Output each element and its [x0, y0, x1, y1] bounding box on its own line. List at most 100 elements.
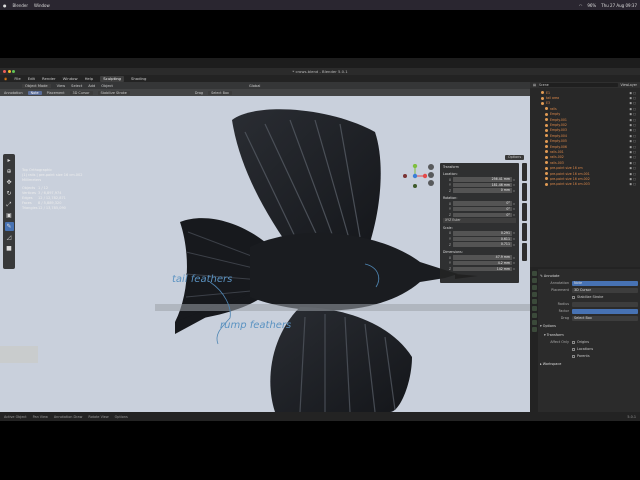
menu-view[interactable]: View — [57, 84, 66, 88]
location-y-field[interactable]: 181.46 mm — [453, 182, 512, 188]
factor-slider[interactable] — [572, 308, 638, 314]
modifier-tab-icon[interactable] — [531, 320, 537, 325]
location-z-field[interactable]: 0 mm — [453, 188, 512, 193]
drag-select[interactable]: Select Box — [208, 90, 232, 95]
tool-tab-icon[interactable] — [531, 271, 537, 276]
move-tool-icon[interactable]: ✥ — [5, 178, 14, 187]
object-tab-icon[interactable] — [531, 313, 537, 318]
annotation-rump-feathers[interactable]: rump feathers — [220, 320, 291, 331]
rotate-tool-icon[interactable]: ↻ — [5, 189, 14, 198]
tab-tool[interactable] — [522, 183, 527, 201]
radius-field[interactable] — [572, 301, 638, 307]
output-tab-icon[interactable] — [531, 285, 537, 290]
menu-add[interactable]: Add — [88, 84, 95, 88]
visibility-icon[interactable]: ◉▢ — [629, 172, 637, 176]
lock-icon[interactable]: ⊙ — [512, 237, 516, 241]
options-panel-header[interactable]: ▾ Options — [540, 323, 638, 330]
rotation-z-field[interactable]: 0° — [453, 212, 512, 218]
visibility-icon[interactable]: ◉▢ — [629, 128, 637, 132]
locations-checkbox[interactable]: Locations — [572, 347, 593, 351]
lock-icon[interactable]: ⊙ — [512, 261, 516, 265]
lock-icon[interactable]: ⊙ — [512, 183, 516, 187]
lock-icon[interactable]: ⊙ — [512, 178, 516, 182]
options-dropdown[interactable]: Options — [505, 155, 525, 160]
y-axis-icon[interactable] — [412, 164, 418, 169]
tab-shading[interactable]: Shading — [128, 76, 149, 82]
tab-extra-2[interactable] — [522, 243, 527, 261]
visibility-icon[interactable]: ◉▢ — [629, 96, 637, 100]
rotation-x-field[interactable]: 0° — [453, 201, 512, 206]
tab-extra[interactable] — [522, 223, 527, 241]
apple-icon[interactable]: ● — [3, 3, 7, 8]
workspace-panel-header[interactable]: ▸ Workspace — [540, 361, 638, 368]
transform-tool-icon[interactable]: ▣ — [5, 211, 14, 220]
scene-tab-icon[interactable] — [531, 299, 537, 304]
zoom-window-icon[interactable] — [12, 70, 15, 73]
neg-y-axis-icon[interactable] — [413, 184, 417, 188]
parents-checkbox[interactable]: Parents — [572, 354, 590, 358]
visibility-icon[interactable]: ◉▢ — [629, 155, 637, 159]
lock-icon[interactable]: ⊙ — [512, 243, 516, 247]
orientation-select[interactable]: Global — [249, 84, 260, 88]
stabilize-stroke-toggle[interactable]: Stabilize Stroke — [97, 90, 130, 95]
menu-render[interactable]: Render — [42, 76, 56, 81]
menu-object[interactable]: Object — [101, 84, 113, 88]
visibility-icon[interactable]: ◉▢ — [629, 118, 637, 122]
mac-app-name[interactable]: Blender — [13, 3, 29, 8]
visibility-icon[interactable]: ◉▢ — [629, 91, 637, 95]
visibility-icon[interactable]: ◉▢ — [629, 107, 637, 111]
visibility-icon[interactable]: ◉▢ — [629, 139, 637, 143]
visibility-icon[interactable]: ◉▢ — [629, 161, 637, 165]
pan-icon[interactable] — [428, 172, 434, 178]
lock-icon[interactable]: ⊙ — [512, 202, 516, 206]
origins-checkbox[interactable]: Origins — [572, 340, 589, 344]
menu-window[interactable]: Window — [63, 76, 78, 81]
render-tab-icon[interactable] — [531, 278, 537, 283]
mode-select[interactable]: Object Mode — [22, 83, 51, 88]
dimension-x-field[interactable]: 47.9 mm — [453, 255, 512, 260]
dimension-z-field[interactable]: 142 mm — [453, 266, 512, 272]
annotation-layer-field[interactable]: Note — [27, 90, 42, 95]
view-layer-select[interactable]: ViewLayer — [621, 83, 637, 87]
transform-subpanel-header[interactable]: ▾ Transform — [540, 332, 638, 339]
select-tool-icon[interactable]: ▸ — [5, 156, 14, 165]
menu-file[interactable]: File — [14, 76, 20, 81]
annotation-tail-feathers[interactable]: tail feathers — [172, 274, 232, 285]
visibility-icon[interactable]: ◉▢ — [629, 166, 637, 170]
menu-edit[interactable]: Edit — [28, 76, 35, 81]
lock-icon[interactable]: ⊙ — [512, 231, 516, 235]
outliner-row[interactable]: pre-point size 16 cm.003 ◉▢ — [533, 182, 637, 187]
lock-icon[interactable]: ⊙ — [512, 207, 516, 211]
material-tab-icon[interactable] — [531, 327, 537, 332]
visibility-icon[interactable]: ◉▢ — [629, 145, 637, 149]
blender-logo-icon[interactable]: ◉ — [4, 76, 7, 81]
display-mode-icon[interactable]: ▤ — [533, 83, 536, 87]
annotation-layer-select[interactable]: Note — [572, 280, 638, 286]
visibility-icon[interactable]: ◉▢ — [629, 101, 637, 105]
placement-dropdown[interactable]: 3D Cursor — [572, 287, 638, 293]
mac-window-menu[interactable]: Window — [34, 3, 50, 8]
placement-select[interactable]: 3D Cursor — [69, 90, 93, 95]
location-x-field[interactable]: 256.41 mm — [453, 177, 512, 182]
dimension-y-field[interactable]: 4.2 mm — [453, 261, 512, 266]
lock-icon[interactable]: ⊙ — [512, 213, 516, 217]
zoom-icon[interactable] — [428, 164, 434, 170]
rotation-mode-select[interactable]: XYZ Euler — [443, 218, 516, 223]
z-axis-icon[interactable] — [412, 173, 418, 179]
visibility-icon[interactable]: ◉▢ — [629, 123, 637, 127]
close-window-icon[interactable] — [3, 70, 6, 73]
lock-icon[interactable]: ⊙ — [512, 189, 516, 193]
wifi-icon[interactable]: ◠ — [579, 3, 583, 8]
neg-x-axis-icon[interactable] — [403, 174, 407, 178]
visibility-icon[interactable]: ◉▢ — [629, 177, 637, 181]
visibility-icon[interactable]: ◉▢ — [629, 134, 637, 138]
menu-help[interactable]: Help — [85, 76, 94, 81]
camera-icon[interactable] — [428, 180, 434, 186]
annotate-tool-icon[interactable]: ✎ — [4, 222, 14, 231]
tab-view[interactable] — [522, 203, 527, 221]
scene-select[interactable]: Scene — [539, 83, 618, 87]
transform-header[interactable]: Transform — [443, 165, 516, 169]
tab-sculpting[interactable]: Sculpting — [100, 75, 124, 82]
stabilize-stroke-checkbox[interactable]: Stabilize Stroke — [572, 295, 603, 299]
measure-tool-icon[interactable]: ◿ — [5, 233, 14, 242]
